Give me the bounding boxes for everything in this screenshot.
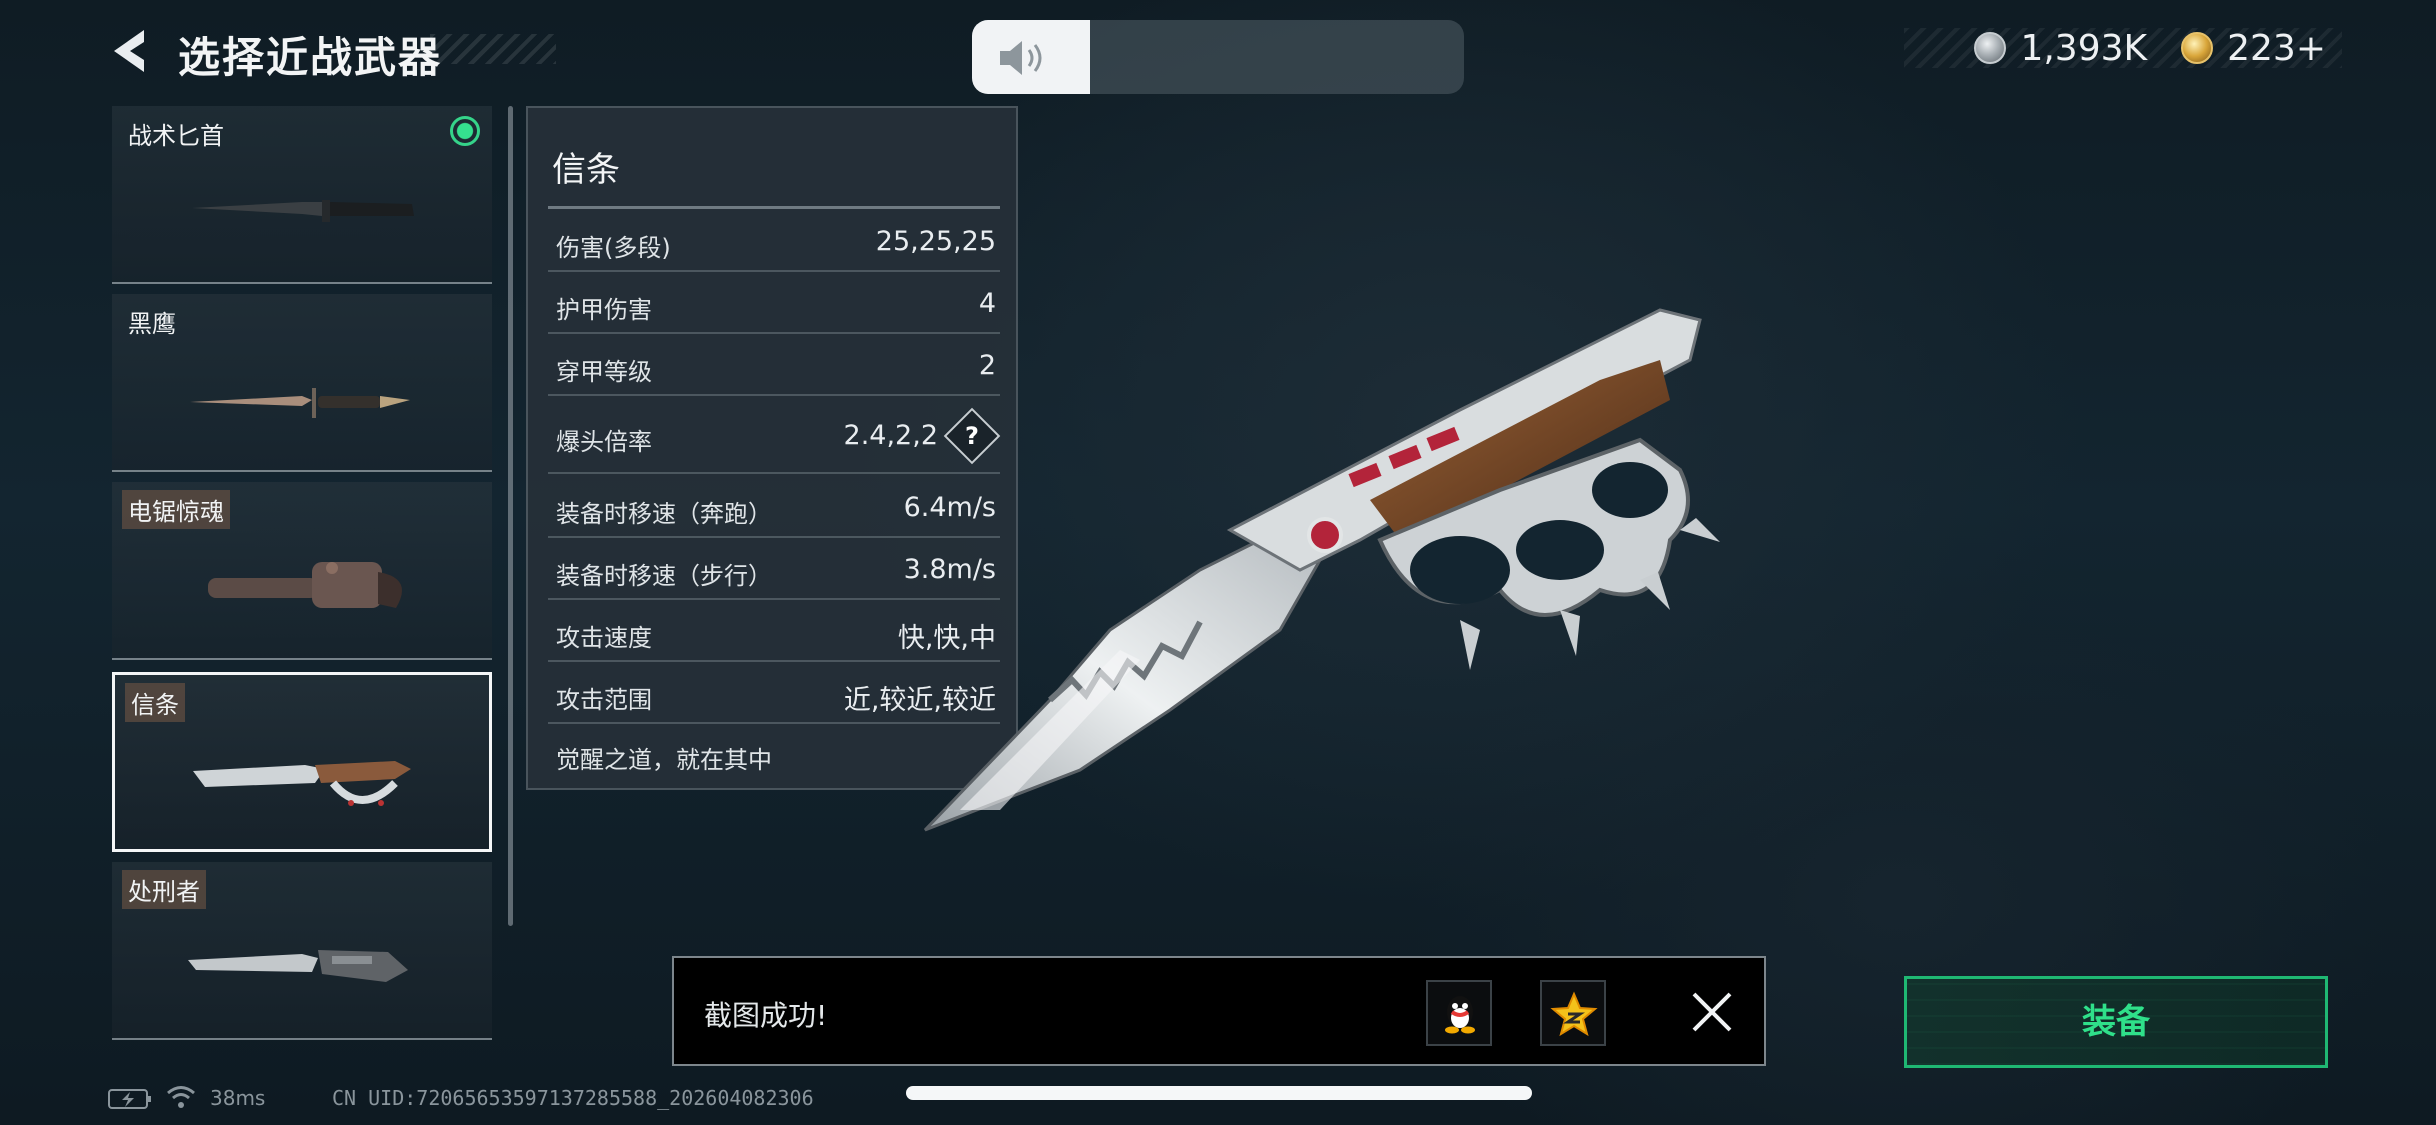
- equipped-indicator-icon: [450, 116, 480, 146]
- creed-weapon-render: [923, 308, 1720, 832]
- stats-weapon-name: 信条: [552, 150, 620, 190]
- gold-coin-icon: [2181, 32, 2214, 64]
- weapon-card-tactical-dagger[interactable]: 战术匕首: [112, 106, 492, 284]
- silver-coin-icon: [1974, 32, 2007, 64]
- stat-label: 攻击范围: [556, 686, 652, 714]
- battery-icon: [108, 1089, 151, 1109]
- weapon-card-executioner[interactable]: 处刑者: [112, 862, 492, 1040]
- equip-button[interactable]: 装备: [1904, 976, 2328, 1068]
- weapon-description: 觉醒之道，就在其中: [556, 746, 772, 774]
- weapon-name: 黑鹰: [128, 310, 176, 338]
- weapon-card-black-hawk[interactable]: 黑鹰: [112, 294, 492, 472]
- toast-message: 截图成功!: [704, 999, 828, 1032]
- creed-thumbnail: [193, 761, 411, 806]
- divider: [548, 206, 1000, 209]
- weapon-name: 信条: [125, 683, 185, 722]
- user-uid: CN UID:720656535971372855​88_20260408230…: [332, 1086, 814, 1110]
- gold-currency-value[interactable]: 223+: [2227, 28, 2326, 69]
- volume-slider[interactable]: [972, 20, 1464, 94]
- executioner-thumbnail: [188, 950, 408, 982]
- weapon-card-chainsaw[interactable]: 电锯惊魂: [112, 482, 492, 660]
- title-decoration: [430, 34, 556, 64]
- chainsaw-thumbnail: [208, 562, 402, 608]
- stat-label: 装备时移速（奔跑）: [556, 500, 772, 528]
- stat-label: 护甲伤害: [556, 296, 652, 324]
- qzone-share-button[interactable]: [1540, 980, 1606, 1046]
- screenshot-toast: 截图成功!: [672, 956, 1766, 1066]
- tactical-dagger-thumbnail: [192, 200, 414, 222]
- wifi-icon: [167, 1086, 195, 1108]
- weapon-name: 电锯惊魂: [122, 490, 230, 529]
- stat-label: 攻击速度: [556, 624, 652, 652]
- qzone-icon: [1550, 991, 1598, 1037]
- stat-label: 爆头倍率: [556, 428, 652, 456]
- weapon-name: 处刑者: [122, 870, 206, 909]
- weapon-name: 战术匕首: [128, 122, 224, 150]
- list-scrollbar[interactable]: [508, 106, 513, 926]
- stat-row-damage: 伤害(多段) 25,25,25: [548, 212, 1000, 272]
- stat-value: 25,25,25: [875, 226, 996, 257]
- weapon-card-creed[interactable]: 信条: [112, 672, 492, 852]
- home-indicator[interactable]: [906, 1086, 1532, 1100]
- stat-label: 穿甲等级: [556, 358, 652, 386]
- currency-bar: 1,393K 223+: [1904, 27, 2342, 69]
- black-hawk-thumbnail: [190, 388, 410, 418]
- back-arrow-icon[interactable]: [108, 26, 152, 76]
- silver-currency-value: 1,393K: [2020, 27, 2148, 69]
- stat-label: 装备时移速（步行）: [556, 562, 772, 590]
- speaker-icon: [1000, 41, 1042, 75]
- close-icon[interactable]: [1686, 986, 1738, 1038]
- network-ping: 38ms: [210, 1086, 266, 1110]
- qq-icon: [1445, 996, 1475, 1034]
- qq-share-button[interactable]: [1426, 980, 1492, 1046]
- stat-label: 伤害(多段): [556, 234, 671, 262]
- equip-label: 装备: [2082, 1002, 2150, 1042]
- page-title: 选择近战武器: [178, 33, 443, 82]
